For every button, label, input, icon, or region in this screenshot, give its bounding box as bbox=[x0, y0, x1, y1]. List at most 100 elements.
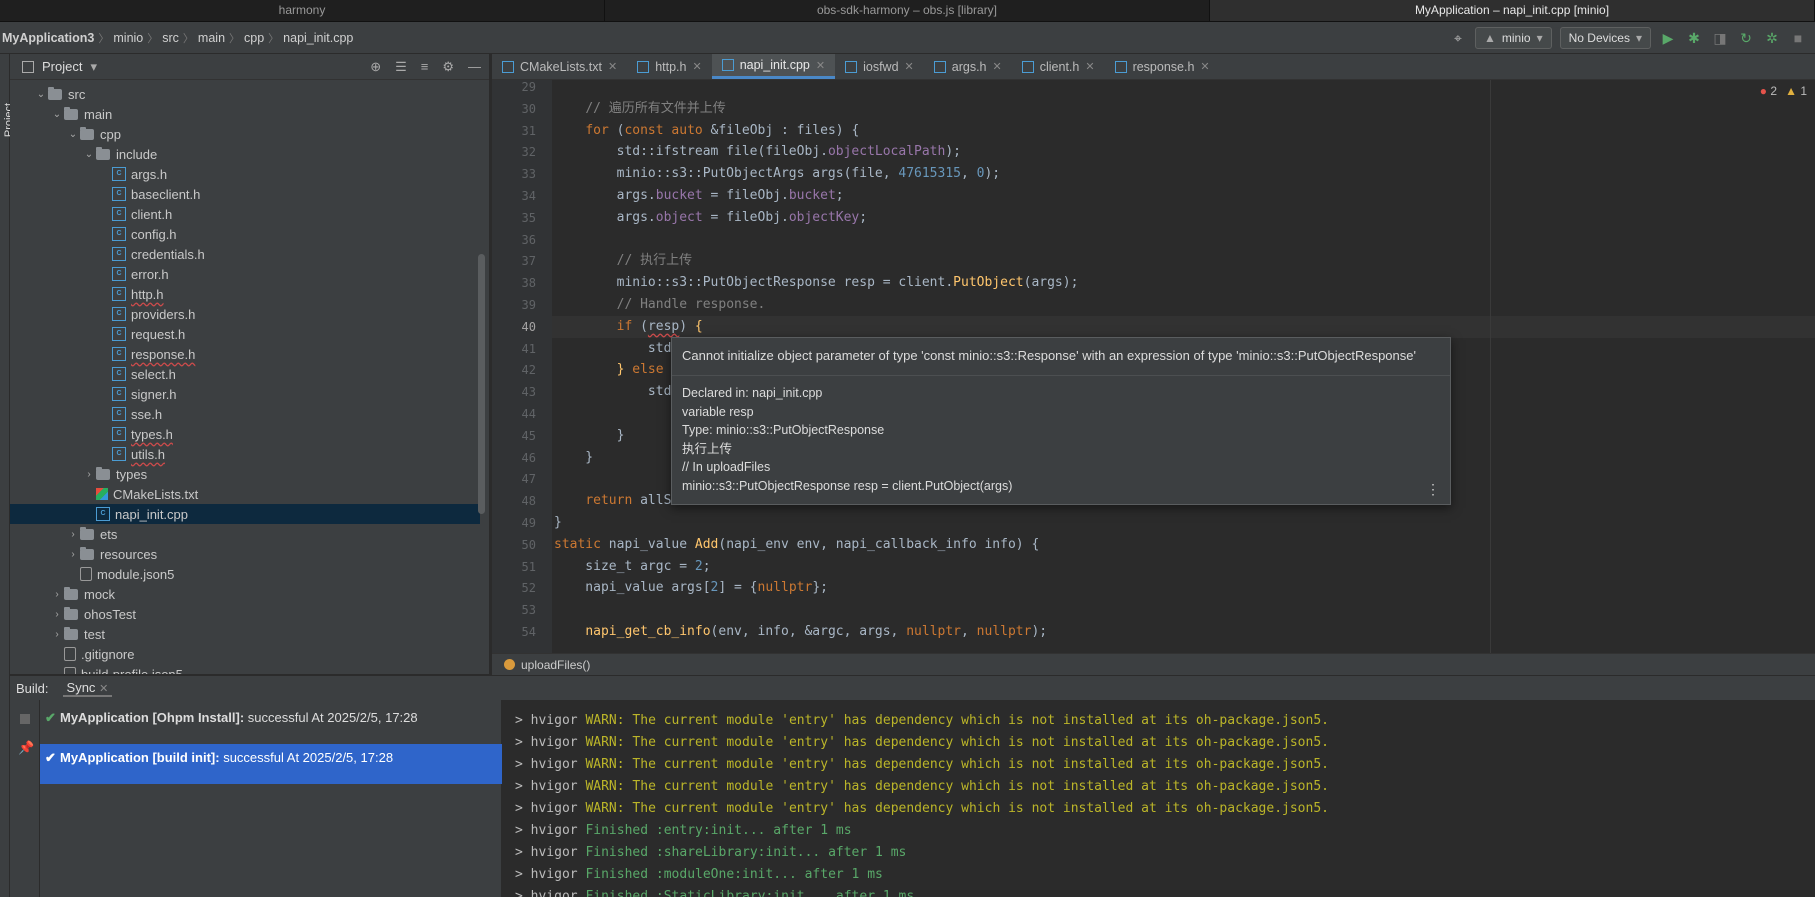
chevron-right-icon[interactable]: › bbox=[82, 469, 96, 480]
code-line[interactable]: for (const auto &fileObj : files) { bbox=[554, 120, 859, 142]
tree-item[interactable]: Cselect.h bbox=[10, 364, 480, 384]
code-line[interactable]: } bbox=[554, 447, 593, 469]
build-item[interactable]: ✔ MyApplication [build init]: successful … bbox=[40, 744, 502, 784]
tree-item[interactable]: Cconfig.h bbox=[10, 224, 480, 244]
breadcrumb-src[interactable]: src bbox=[162, 31, 179, 45]
close-icon[interactable]: ✕ bbox=[1085, 60, 1094, 73]
pin-icon[interactable]: 📌 bbox=[18, 740, 34, 756]
tree-item[interactable]: Cutils.h bbox=[10, 444, 480, 464]
debug-app-icon[interactable]: ✲ bbox=[1763, 29, 1781, 47]
tree-item[interactable]: › test bbox=[10, 624, 480, 644]
tree-item[interactable]: CMakeLists.txt bbox=[10, 484, 480, 504]
hide-icon[interactable]: — bbox=[468, 59, 481, 75]
attach-icon[interactable]: ◨ bbox=[1711, 29, 1729, 47]
code-line[interactable]: minio::s3::PutObjectArgs args(file, 4761… bbox=[554, 163, 1001, 185]
tree-item[interactable]: ⌄ include bbox=[10, 144, 480, 164]
code-line[interactable]: // 遍历所有文件并上传 bbox=[554, 98, 725, 120]
chevron-down-icon[interactable]: ⌄ bbox=[82, 149, 96, 160]
code-line[interactable]: minio::s3::PutObjectResponse resp = clie… bbox=[554, 272, 1079, 294]
breadcrumb-module[interactable]: minio bbox=[113, 31, 143, 45]
debug-icon[interactable]: ✱ bbox=[1685, 29, 1703, 47]
code-line[interactable]: napi_value args[2] = {nullptr}; bbox=[554, 577, 828, 599]
tree-item[interactable]: › ets bbox=[10, 524, 480, 544]
tree-item[interactable]: Crequest.h bbox=[10, 324, 480, 344]
code-line[interactable]: size_t argc = 2; bbox=[554, 556, 710, 578]
tree-item[interactable]: Cresponse.h bbox=[10, 344, 480, 364]
code-line[interactable]: } bbox=[554, 425, 625, 447]
code-line[interactable]: // Handle response. bbox=[554, 294, 766, 316]
close-icon[interactable]: ✕ bbox=[692, 60, 701, 73]
tree-item[interactable]: Cclient.h bbox=[10, 204, 480, 224]
chevron-down-icon[interactable]: ⌄ bbox=[34, 89, 48, 100]
window-tab-harmony[interactable]: harmony bbox=[0, 0, 605, 21]
breadcrumb-main[interactable]: main bbox=[198, 31, 225, 45]
run-icon[interactable]: ▶ bbox=[1659, 29, 1677, 47]
close-icon[interactable]: ✕ bbox=[905, 60, 914, 73]
tree-item[interactable]: .gitignore bbox=[10, 644, 480, 664]
tree-item[interactable]: ⌄ main bbox=[10, 104, 480, 124]
tree-item[interactable]: ⌄ cpp bbox=[10, 124, 480, 144]
tree-item[interactable]: ⌄ src bbox=[10, 84, 480, 104]
tree-item[interactable]: Cbaseclient.h bbox=[10, 184, 480, 204]
editor-breadcrumb-function[interactable]: uploadFiles() bbox=[521, 658, 590, 672]
window-tab-myapplication[interactable]: MyApplication – napi_init.cpp [minio] bbox=[1210, 0, 1815, 21]
code-line[interactable]: std bbox=[554, 381, 672, 403]
code-line[interactable]: if (resp) { bbox=[554, 316, 703, 338]
locate-icon[interactable]: ⊕ bbox=[370, 59, 381, 75]
chevron-down-icon[interactable]: ⌄ bbox=[66, 129, 80, 140]
code-line[interactable]: static napi_value Add(napi_env env, napi… bbox=[554, 534, 1039, 556]
target-icon[interactable]: ⌖ bbox=[1449, 29, 1467, 47]
stop-icon[interactable]: ■ bbox=[1789, 29, 1807, 47]
breadcrumb-file[interactable]: napi_init.cpp bbox=[283, 31, 353, 45]
tree-item[interactable]: › mock bbox=[10, 584, 480, 604]
editor-tab[interactable]: args.h ✕ bbox=[924, 54, 1012, 79]
build-item[interactable]: ✔ MyApplication [Ohpm Install]: successfu… bbox=[40, 704, 502, 744]
tree-item[interactable]: Cnapi_init.cpp bbox=[10, 504, 480, 524]
tree-item[interactable]: › resources bbox=[10, 544, 480, 564]
code-line[interactable]: // 执行上传 bbox=[554, 250, 692, 272]
editor-tab[interactable]: napi_init.cpp ✕ bbox=[711, 54, 836, 79]
close-icon[interactable]: ✕ bbox=[1200, 60, 1209, 73]
window-tab-obs-sdk[interactable]: obs-sdk-harmony – obs.js [library] bbox=[605, 0, 1210, 21]
code-line[interactable]: napi_get_cb_info(env, info, &argc, args,… bbox=[554, 621, 1047, 643]
tree-item[interactable]: Ctypes.h bbox=[10, 424, 480, 444]
tree-item[interactable]: Cproviders.h bbox=[10, 304, 480, 324]
close-icon[interactable]: ✕ bbox=[608, 60, 617, 73]
code-line[interactable]: } else bbox=[554, 359, 664, 381]
tree-item[interactable]: build-profile.json5 bbox=[10, 664, 480, 674]
more-options-icon[interactable]: ⋮ bbox=[1426, 481, 1440, 498]
code-line[interactable]: std bbox=[554, 338, 672, 360]
tree-item[interactable]: › types bbox=[10, 464, 480, 484]
close-icon[interactable]: ✕ bbox=[816, 59, 825, 72]
chevron-right-icon[interactable]: › bbox=[66, 549, 80, 560]
code-line[interactable]: args.object = fileObj.objectKey; bbox=[554, 207, 867, 229]
breadcrumb-project[interactable]: MyApplication3 bbox=[2, 31, 94, 45]
close-icon[interactable]: ✕ bbox=[993, 60, 1002, 73]
tab-sync[interactable]: Sync ✕ bbox=[62, 680, 113, 697]
tree-item[interactable]: Ccredentials.h bbox=[10, 244, 480, 264]
collapse-all-icon[interactable]: ≡ bbox=[421, 59, 429, 75]
editor-tab[interactable]: CMakeLists.txt ✕ bbox=[492, 54, 627, 79]
tree-item[interactable]: module.json5 bbox=[10, 564, 480, 584]
inspection-widget[interactable]: ● 2 ▲ 1 bbox=[1760, 84, 1807, 98]
chevron-right-icon[interactable]: › bbox=[66, 529, 80, 540]
editor-tab[interactable]: response.h ✕ bbox=[1105, 54, 1220, 79]
code-line[interactable]: std::ifstream file(fileObj.objectLocalPa… bbox=[554, 141, 961, 163]
gear-icon[interactable]: ⚙ bbox=[442, 59, 454, 75]
chevron-right-icon[interactable]: › bbox=[50, 589, 64, 600]
tree-item[interactable]: Cargs.h bbox=[10, 164, 480, 184]
editor-tab[interactable]: iosfwd ✕ bbox=[835, 54, 924, 79]
tree-item[interactable]: › ohosTest bbox=[10, 604, 480, 624]
chevron-down-icon[interactable]: ▾ bbox=[90, 59, 97, 75]
editor-tab[interactable]: http.h ✕ bbox=[627, 54, 712, 79]
tree-item[interactable]: Cerror.h bbox=[10, 264, 480, 284]
code-line[interactable]: args.bucket = fileObj.bucket; bbox=[554, 185, 844, 207]
rerun-icon[interactable]: ↻ bbox=[1737, 29, 1755, 47]
stop-build-icon[interactable] bbox=[20, 714, 30, 724]
chevron-right-icon[interactable]: › bbox=[50, 609, 64, 620]
tree-item[interactable]: Csigner.h bbox=[10, 384, 480, 404]
editor-tab[interactable]: client.h ✕ bbox=[1012, 54, 1105, 79]
module-selector[interactable]: ▲ minio ▾ bbox=[1475, 27, 1552, 49]
tree-scrollbar[interactable] bbox=[478, 254, 485, 514]
breadcrumb-cpp[interactable]: cpp bbox=[244, 31, 264, 45]
